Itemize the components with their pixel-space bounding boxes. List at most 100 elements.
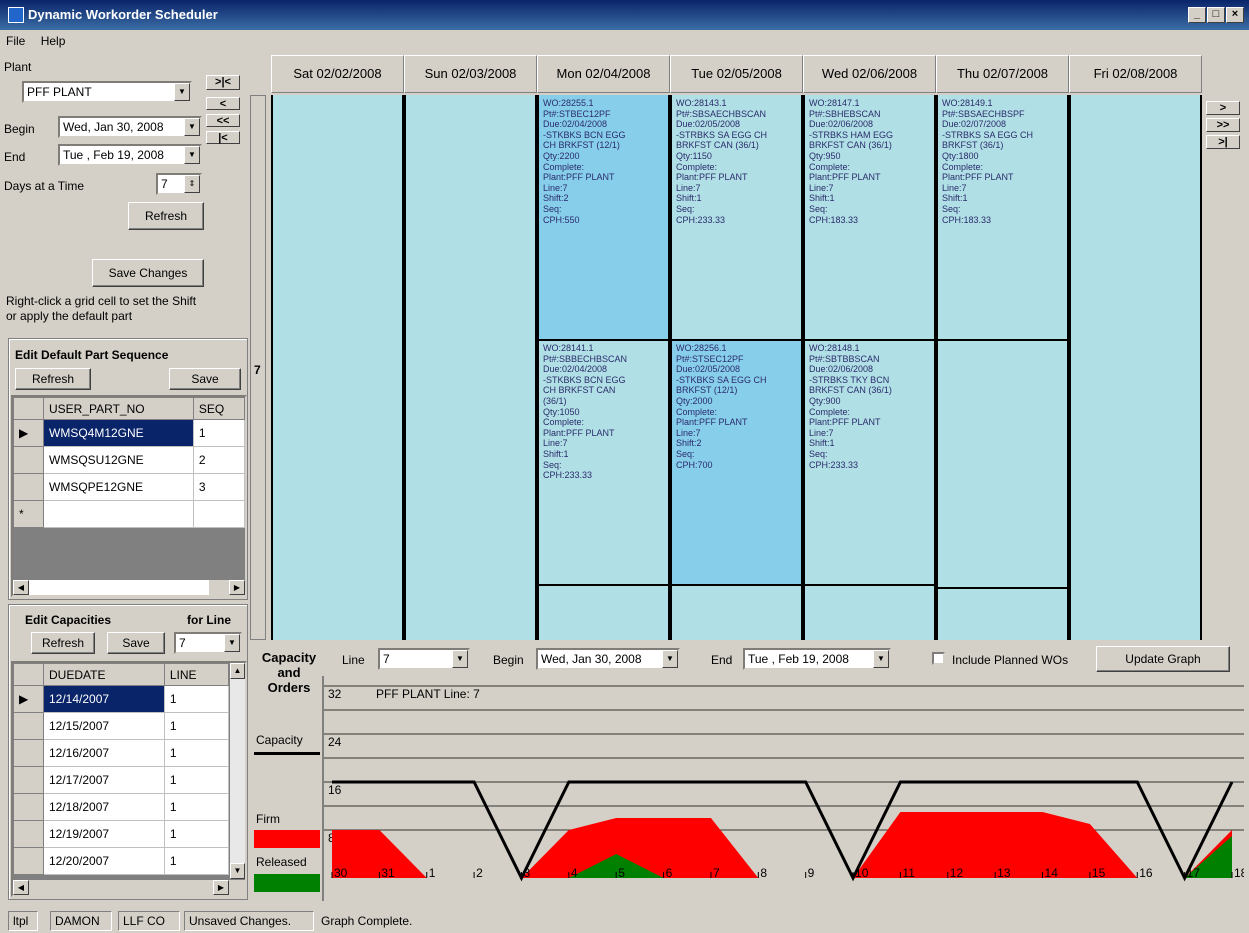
capacities-grid[interactable]: DUEDATE LINE ▶ 12/14/2007 1 12/15/2007 1 12/… (11, 661, 247, 897)
minimize-button[interactable]: _ (1188, 7, 1206, 23)
chevron-down-icon: ▼ (174, 83, 190, 101)
new-row[interactable]: * (13, 500, 245, 528)
table-row[interactable]: 12/15/2007 1 (13, 712, 230, 740)
nav-first-button[interactable]: |< (206, 131, 240, 144)
line-cell[interactable]: 1 (163, 766, 230, 794)
seq-cell[interactable]: 3 (192, 473, 245, 501)
scroll-down-icon[interactable]: ▼ (230, 863, 245, 879)
capacities-line-select[interactable]: 7 ▼ (174, 632, 242, 654)
day-header[interactable]: Tue 02/05/2008 (670, 55, 803, 93)
workorder-card[interactable]: WO:28143.1 Pt#:SBSAECHBSCAN Due:02/05/20… (672, 95, 801, 340)
nav-last-button[interactable]: >| (1206, 135, 1240, 149)
date-cell[interactable]: 12/17/2007 (43, 766, 165, 794)
day-column[interactable] (271, 95, 404, 640)
part-cell[interactable]: WMSQ4M12GNE (43, 419, 194, 447)
workorder-card[interactable]: WO:28256.1 Pt#:STSEC12PF Due:02/05/2008 … (672, 340, 801, 585)
day-column[interactable] (404, 95, 537, 640)
scroll-up-icon[interactable]: ▲ (230, 663, 245, 679)
nav-prev-page-button[interactable]: << (206, 114, 240, 127)
table-row[interactable]: 12/16/2007 1 (13, 739, 230, 767)
table-row[interactable]: ▶ 12/14/2007 1 (13, 685, 230, 713)
workorder-card[interactable]: WO:28141.1 Pt#:SBBECHBSCAN Due:02/04/200… (539, 340, 668, 585)
table-row[interactable]: ▶ WMSQ4M12GNE 1 (13, 419, 245, 447)
line-cell[interactable]: 1 (163, 685, 230, 713)
nav-next-page-button[interactable]: >> (1206, 118, 1240, 132)
nav-prev-button[interactable]: < (206, 97, 240, 110)
table-row[interactable]: 12/20/2007 1 (13, 847, 230, 875)
day-column[interactable]: WO:28149.1 Pt#:SBSAECHBSPF Due:02/07/200… (936, 95, 1069, 640)
date-cell[interactable]: 12/15/2007 (43, 712, 165, 740)
part-cell[interactable]: WMSQPE12GNE (43, 473, 194, 501)
x-tick-label: 11 (902, 866, 915, 880)
side-splitter[interactable]: 7 (250, 95, 266, 640)
default-part-grid[interactable]: USER_PART_NO SEQ ▶ WMSQ4M12GNE 1 WMSQSU12GN… (11, 395, 247, 597)
default-part-refresh-button[interactable]: Refresh (15, 368, 91, 390)
save-changes-button[interactable]: Save Changes (92, 259, 204, 287)
workorder-card[interactable]: WO:28255.1 Pt#:STBEC12PF Due:02/04/2008 … (539, 95, 668, 340)
line-cell[interactable]: 1 (163, 739, 230, 767)
maximize-button[interactable]: □ (1207, 7, 1225, 23)
date-cell[interactable]: 12/18/2007 (43, 793, 165, 821)
column-header-duedate[interactable]: DUEDATE (43, 663, 165, 686)
days-spinner[interactable]: 7 ⇕ (156, 173, 202, 195)
horizontal-scrollbar[interactable]: ◀ ▶ (13, 879, 245, 895)
graph-begin-date-picker[interactable]: Wed, Jan 30, 2008 ▼ (536, 648, 680, 670)
include-planned-checkbox[interactable] (932, 652, 945, 665)
graph-end-date-picker[interactable]: Tue , Feb 19, 2008 ▼ (743, 648, 891, 670)
table-row[interactable]: 12/17/2007 1 (13, 766, 230, 794)
day-header[interactable]: Fri 02/08/2008 (1069, 55, 1202, 93)
date-cell[interactable]: 12/16/2007 (43, 739, 165, 767)
line-cell[interactable]: 1 (163, 793, 230, 821)
workorder-card[interactable]: WO:28148.1 Pt#:SBTBBSCAN Due:02/06/2008 … (805, 340, 934, 585)
close-button[interactable]: × (1226, 7, 1244, 23)
column-header-part[interactable]: USER_PART_NO (43, 397, 194, 420)
capacities-save-button[interactable]: Save (107, 632, 165, 654)
scroll-left-icon[interactable]: ◀ (13, 880, 29, 895)
seq-cell[interactable]: 2 (192, 446, 245, 474)
plant-select[interactable]: PFF PLANT ▼ (22, 81, 192, 103)
workorder-card[interactable]: WO:28147.1 Pt#:SBHEBSCAN Due:02/06/2008 … (805, 95, 934, 340)
table-row[interactable]: WMSQSU12GNE 2 (13, 446, 245, 474)
update-graph-button[interactable]: Update Graph (1096, 646, 1230, 672)
scroll-left-icon[interactable]: ◀ (13, 580, 29, 595)
line-cell[interactable]: 1 (163, 712, 230, 740)
menu-file[interactable]: File (0, 30, 31, 48)
part-cell[interactable]: WMSQSU12GNE (43, 446, 194, 474)
column-header-line[interactable]: LINE (163, 663, 230, 686)
scroll-right-icon[interactable]: ▶ (229, 580, 245, 595)
date-cell[interactable]: 12/14/2007 (43, 685, 165, 713)
day-column[interactable]: WO:28143.1 Pt#:SBSAECHBSCAN Due:02/05/20… (670, 95, 803, 640)
column-header-seq[interactable]: SEQ (192, 397, 245, 420)
table-row[interactable]: 12/18/2007 1 (13, 793, 230, 821)
day-header[interactable]: Sat 02/02/2008 (271, 55, 404, 93)
horizontal-scrollbar[interactable]: ◀ ▶ (13, 579, 245, 595)
day-header[interactable]: Thu 02/07/2008 (936, 55, 1069, 93)
day-header[interactable]: Sun 02/03/2008 (404, 55, 537, 93)
capacities-refresh-button[interactable]: Refresh (31, 632, 95, 654)
scroll-right-icon[interactable]: ▶ (213, 880, 229, 895)
day-column[interactable]: WO:28255.1 Pt#:STBEC12PF Due:02/04/2008 … (537, 95, 670, 640)
nav-first-page-button[interactable]: >|< (206, 75, 240, 90)
date-cell[interactable]: 12/20/2007 (43, 847, 165, 875)
day-header[interactable]: Mon 02/04/2008 (537, 55, 670, 93)
graph-line-select[interactable]: 7 ▼ (378, 648, 470, 670)
menu-help[interactable]: Help (35, 30, 72, 48)
vertical-scrollbar[interactable]: ▲ ▼ (229, 663, 245, 879)
refresh-button[interactable]: Refresh (128, 202, 204, 230)
date-cell[interactable]: 12/19/2007 (43, 820, 165, 848)
end-date-picker[interactable]: Tue , Feb 19, 2008 ▼ (58, 144, 202, 166)
seq-cell[interactable]: 1 (192, 419, 245, 447)
scroll-thumb[interactable] (29, 580, 209, 595)
nav-next-button[interactable]: > (1206, 101, 1240, 115)
table-row[interactable]: WMSQPE12GNE 3 (13, 473, 245, 501)
default-part-save-button[interactable]: Save (169, 368, 241, 390)
table-row[interactable]: 12/19/2007 1 (13, 820, 230, 848)
line-cell[interactable]: 1 (163, 820, 230, 848)
day-header[interactable]: Wed 02/06/2008 (803, 55, 936, 93)
workorder-card[interactable]: WO:28149.1 Pt#:SBSAECHBSPF Due:02/07/200… (938, 95, 1067, 340)
day-column[interactable]: WO:28147.1 Pt#:SBHEBSCAN Due:02/06/2008 … (803, 95, 936, 640)
day-column[interactable] (1069, 95, 1202, 640)
line-cell[interactable]: 1 (163, 847, 230, 875)
x-tick-label: 5 (618, 866, 625, 880)
begin-date-picker[interactable]: Wed, Jan 30, 2008 ▼ (58, 116, 202, 138)
